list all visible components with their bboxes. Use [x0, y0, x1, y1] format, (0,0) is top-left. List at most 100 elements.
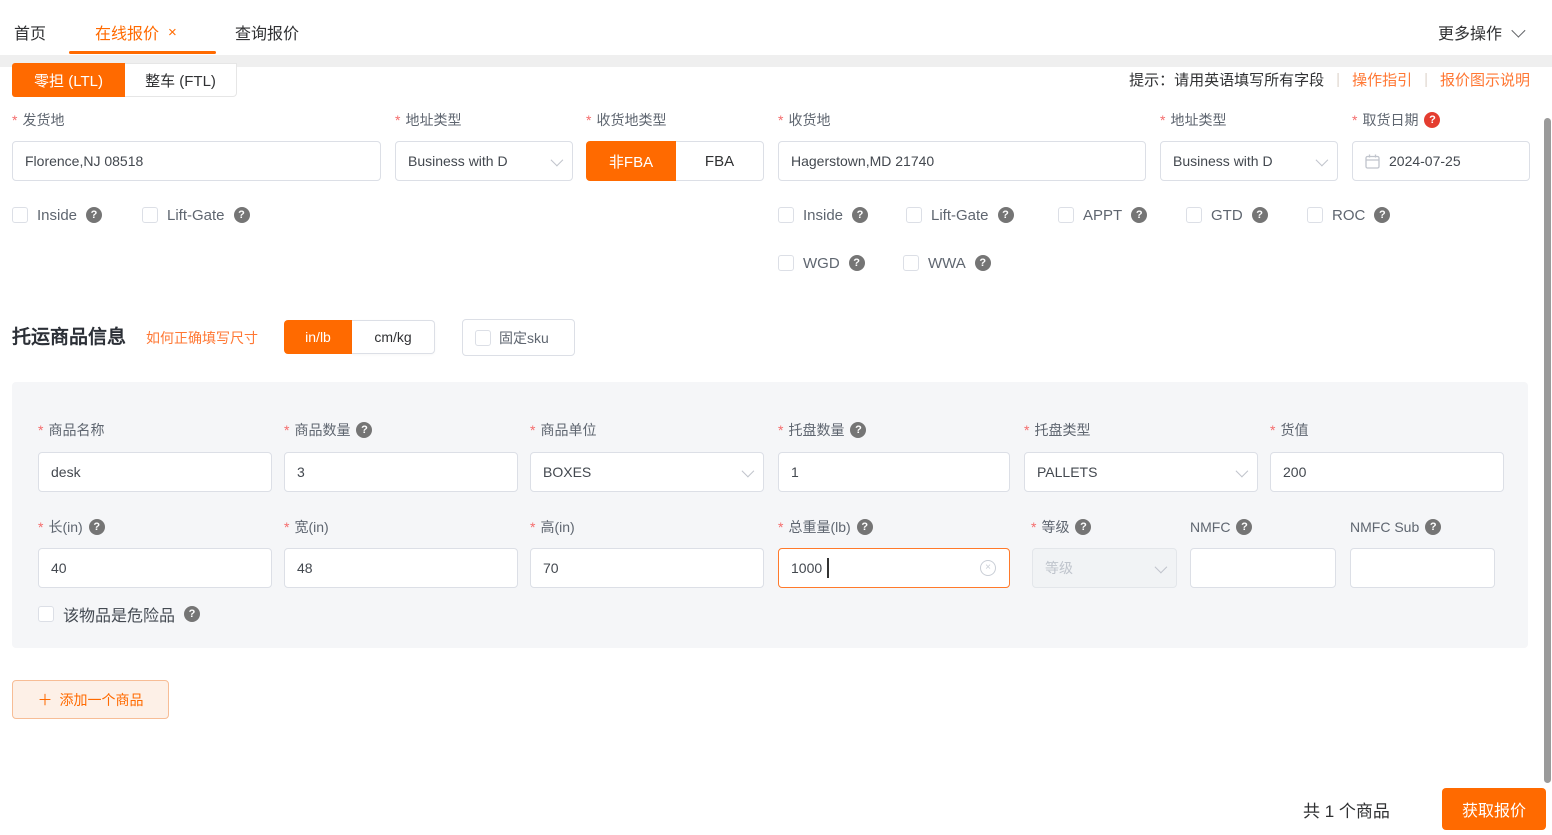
- dest-service-liftgate: Lift-Gate ?: [906, 205, 1014, 225]
- dest-service-inside: Inside ?: [778, 205, 868, 225]
- hint-row: 提示：请用英语填写所有字段 | 操作指引 | 报价图示说明: [1129, 68, 1530, 90]
- hazard-option: 该物品是危险品 ?: [38, 604, 200, 624]
- dest-address-type-select[interactable]: Business with D: [1160, 141, 1338, 181]
- help-icon[interactable]: ?: [1236, 519, 1252, 535]
- help-icon[interactable]: ?: [852, 207, 868, 223]
- unit-inlb-button[interactable]: in/lb: [284, 320, 352, 354]
- item-qty-label: *商品数量 ?: [284, 420, 372, 440]
- add-item-button[interactable]: ＋ 添加一个商品: [12, 680, 169, 719]
- lift-gate-checkbox[interactable]: [906, 207, 922, 223]
- plus-icon: ＋: [37, 689, 52, 710]
- nmfc-sub-input[interactable]: [1350, 548, 1495, 588]
- length-input[interactable]: [38, 548, 272, 588]
- width-input[interactable]: [284, 548, 518, 588]
- tab-ftl[interactable]: 整车 (FTL): [125, 63, 237, 97]
- gtd-checkbox[interactable]: [1186, 207, 1202, 223]
- nmfc-label: NMFC ?: [1190, 517, 1252, 537]
- pallet-qty-label: *托盘数量 ?: [778, 420, 866, 440]
- tab-ltl[interactable]: 零担 (LTL): [12, 63, 125, 97]
- tab-online-quote-label: 在线报价: [95, 20, 159, 44]
- grade-label: *等级 ?: [1031, 517, 1091, 537]
- height-input[interactable]: [530, 548, 764, 588]
- origin-service-liftgate: Lift-Gate ?: [142, 205, 250, 225]
- help-icon[interactable]: ?: [86, 207, 102, 223]
- tab-online-quote[interactable]: 在线报价 ×: [95, 18, 177, 46]
- length-label: *长(in) ?: [38, 517, 105, 537]
- pallet-qty-input[interactable]: [778, 452, 1010, 492]
- inside-checkbox[interactable]: [778, 207, 794, 223]
- operation-guide-link[interactable]: 操作指引: [1352, 69, 1412, 90]
- dest-type-label: *收货地类型: [586, 110, 666, 130]
- item-value-input[interactable]: [1270, 452, 1504, 492]
- dest-type-fba-button[interactable]: FBA: [676, 141, 764, 181]
- chevron-down-icon: [1511, 24, 1525, 38]
- size-help-link[interactable]: 如何正确填写尺寸: [146, 328, 258, 348]
- close-icon[interactable]: ×: [168, 24, 177, 41]
- item-name-input[interactable]: [38, 452, 272, 492]
- wwa-checkbox[interactable]: [903, 255, 919, 271]
- help-icon[interactable]: ?: [1425, 519, 1441, 535]
- nmfc-input[interactable]: [1190, 548, 1336, 588]
- fixed-sku-checkbox[interactable]: [475, 330, 491, 346]
- unit-cmkg-button[interactable]: cm/kg: [352, 320, 435, 354]
- appt-checkbox[interactable]: [1058, 207, 1074, 223]
- help-icon[interactable]: ?: [1424, 112, 1440, 128]
- help-icon[interactable]: ?: [998, 207, 1014, 223]
- dest-service-wwa: WWA ?: [903, 253, 991, 273]
- help-icon[interactable]: ?: [89, 519, 105, 535]
- vertical-scrollbar[interactable]: [1544, 118, 1551, 783]
- origin-address-type-label: *地址类型: [395, 110, 461, 130]
- calendar-icon: [1365, 154, 1380, 169]
- chevron-down-icon: [551, 153, 564, 166]
- help-icon[interactable]: ?: [849, 255, 865, 271]
- item-value-label: *货值: [1270, 420, 1308, 440]
- roc-checkbox[interactable]: [1307, 207, 1323, 223]
- quote-legend-link[interactable]: 报价图示说明: [1440, 69, 1530, 90]
- help-icon[interactable]: ?: [1252, 207, 1268, 223]
- help-icon[interactable]: ?: [975, 255, 991, 271]
- dest-type-nonfba-button[interactable]: 非FBA: [586, 141, 676, 181]
- cargo-section-title: 托运商品信息: [12, 322, 126, 349]
- origin-input[interactable]: [12, 141, 381, 181]
- more-actions-menu[interactable]: 更多操作: [1438, 20, 1522, 44]
- dest-input[interactable]: [778, 141, 1146, 181]
- height-label: *高(in): [530, 517, 575, 537]
- item-unit-select[interactable]: BOXES: [530, 452, 764, 492]
- get-quote-button[interactable]: 获取报价: [1442, 788, 1546, 830]
- fixed-sku-option: 固定sku: [462, 319, 575, 356]
- inside-checkbox[interactable]: [12, 207, 28, 223]
- total-weight-input[interactable]: [778, 548, 1010, 588]
- weight-label: *总重量(lb) ?: [778, 517, 873, 537]
- pallet-type-select[interactable]: PALLETS: [1024, 452, 1258, 492]
- help-icon[interactable]: ?: [1075, 519, 1091, 535]
- help-icon[interactable]: ?: [1374, 207, 1390, 223]
- help-icon[interactable]: ?: [234, 207, 250, 223]
- tab-query-quote[interactable]: 查询报价: [235, 18, 299, 46]
- help-icon[interactable]: ?: [857, 519, 873, 535]
- divider: |: [1424, 71, 1428, 88]
- more-actions-label: 更多操作: [1438, 20, 1502, 44]
- help-icon[interactable]: ?: [184, 606, 200, 622]
- hazard-checkbox[interactable]: [38, 606, 54, 622]
- wgd-checkbox[interactable]: [778, 255, 794, 271]
- grade-select[interactable]: 等级: [1032, 548, 1177, 588]
- dest-service-appt: APPT ?: [1058, 205, 1147, 225]
- active-tab-underline: [69, 51, 216, 54]
- dest-service-gtd: GTD ?: [1186, 205, 1268, 225]
- pallet-type-label: *托盘类型: [1024, 420, 1090, 440]
- lift-gate-checkbox[interactable]: [142, 207, 158, 223]
- item-count-text: 共 1 个商品: [1303, 797, 1390, 822]
- help-icon[interactable]: ?: [356, 422, 372, 438]
- dest-service-roc: ROC ?: [1307, 205, 1390, 225]
- item-qty-input[interactable]: [284, 452, 518, 492]
- pickup-date-picker[interactable]: 2024-07-25: [1352, 141, 1530, 181]
- dest-service-wgd: WGD ?: [778, 253, 865, 273]
- help-icon[interactable]: ?: [850, 422, 866, 438]
- nmfc-sub-label: NMFC Sub ?: [1350, 517, 1441, 537]
- hint-text: 提示：请用英语填写所有字段: [1129, 69, 1324, 90]
- tab-home[interactable]: 首页: [14, 18, 46, 46]
- help-icon[interactable]: ?: [1131, 207, 1147, 223]
- clear-input-icon[interactable]: ×: [980, 560, 996, 576]
- pickup-date-label: *取货日期 ?: [1352, 110, 1440, 130]
- origin-address-type-select[interactable]: Business with D: [395, 141, 573, 181]
